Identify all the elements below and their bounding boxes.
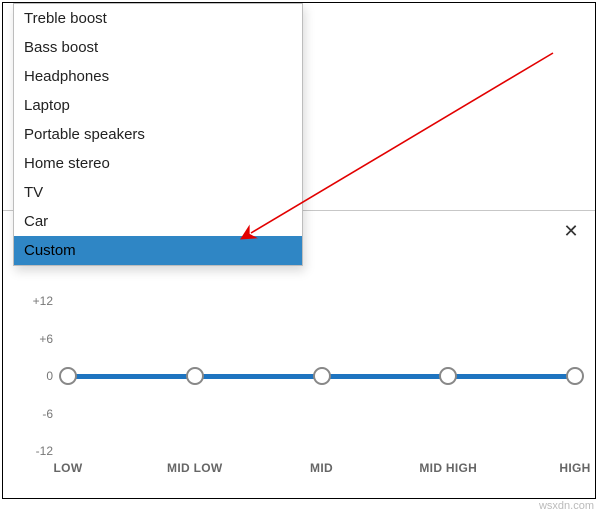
x-tick: MID LOW <box>167 461 222 475</box>
preset-option-tv[interactable]: TV <box>14 178 302 207</box>
preset-option-treble-boost[interactable]: Treble boost <box>14 4 302 33</box>
x-tick: LOW <box>54 461 83 475</box>
preset-option-car[interactable]: Car <box>14 207 302 236</box>
x-tick: MID <box>310 461 333 475</box>
y-axis-ticks: +12+60-6-12 <box>23 301 53 451</box>
eq-thumb-high[interactable] <box>566 367 584 385</box>
preset-option-label: Car <box>24 213 48 230</box>
y-tick: 0 <box>23 369 53 383</box>
preset-option-portable-speakers[interactable]: Portable speakers <box>14 120 302 149</box>
app-frame: o ✕ +12 +6 0 -6 -12 LOW MID LOW MID MID HIGH HIG… <box>2 2 596 499</box>
y-tick: -6 <box>23 407 53 421</box>
preset-option-bass-boost[interactable]: Bass boost <box>14 33 302 62</box>
preset-option-label: Custom <box>24 242 76 259</box>
preset-option-label: Headphones <box>24 68 109 85</box>
preset-dropdown[interactable]: Treble boost Bass boost Headphones Laptop Po… <box>13 3 303 266</box>
eq-thumb-mid-high[interactable] <box>439 367 457 385</box>
equalizer-slider-area: +12+60-6-12 LOWMID LOWMIDMID HIGHHIGH <box>23 301 575 481</box>
preset-option-label: Home stereo <box>24 155 110 172</box>
x-tick: MID HIGH <box>419 461 477 475</box>
eq-thumb-mid[interactable] <box>313 367 331 385</box>
preset-option-label: TV <box>24 184 43 201</box>
y-tick: +6 <box>23 332 53 346</box>
eq-thumb-low[interactable] <box>59 367 77 385</box>
preset-option-label: Treble boost <box>24 10 107 27</box>
y-tick: -12 <box>23 444 53 458</box>
close-button[interactable]: ✕ <box>559 221 583 245</box>
preset-option-label: Portable speakers <box>24 126 145 143</box>
x-tick: HIGH <box>559 461 590 475</box>
y-tick: +12 <box>23 294 53 308</box>
close-icon: ✕ <box>563 221 578 241</box>
preset-option-home-stereo[interactable]: Home stereo <box>14 149 302 178</box>
preset-option-custom[interactable]: Custom <box>14 236 302 265</box>
eq-thumb-mid-low[interactable] <box>186 367 204 385</box>
left-edge-label: o <box>2 13 3 29</box>
watermark: wsxdn.com <box>539 500 594 512</box>
preset-option-laptop[interactable]: Laptop <box>14 91 302 120</box>
preset-option-headphones[interactable]: Headphones <box>14 62 302 91</box>
preset-option-label: Bass boost <box>24 39 98 56</box>
preset-option-label: Laptop <box>24 97 70 114</box>
x-axis-ticks: LOWMID LOWMIDMID HIGHHIGH <box>68 461 575 481</box>
